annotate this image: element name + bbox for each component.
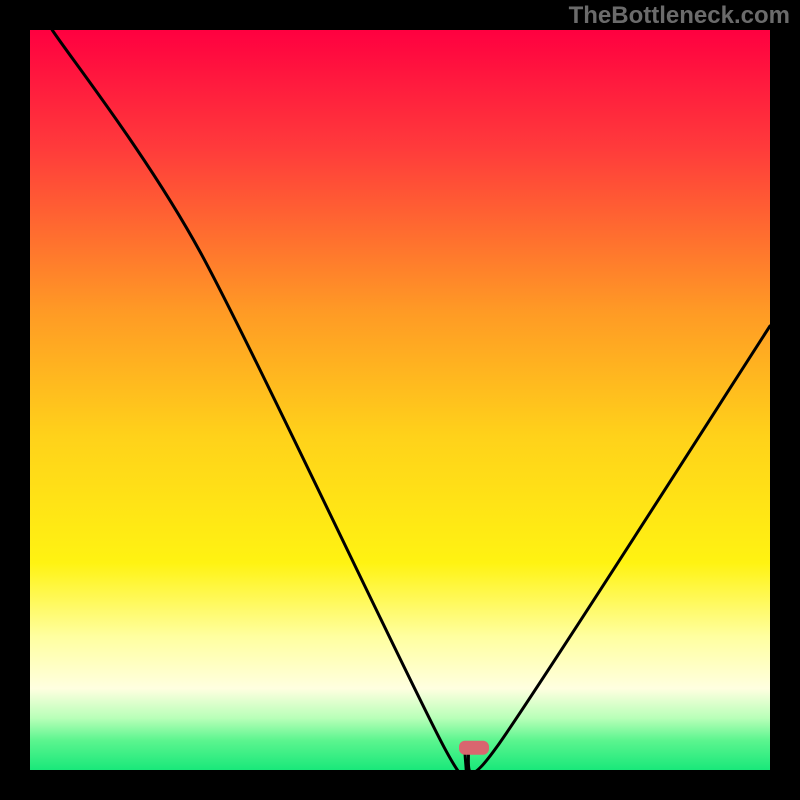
watermark-text: TheBottleneck.com (569, 2, 790, 30)
chart-svg (0, 0, 800, 800)
bottleneck-chart: TheBottleneck.com (0, 0, 800, 800)
optimal-marker (459, 741, 489, 755)
